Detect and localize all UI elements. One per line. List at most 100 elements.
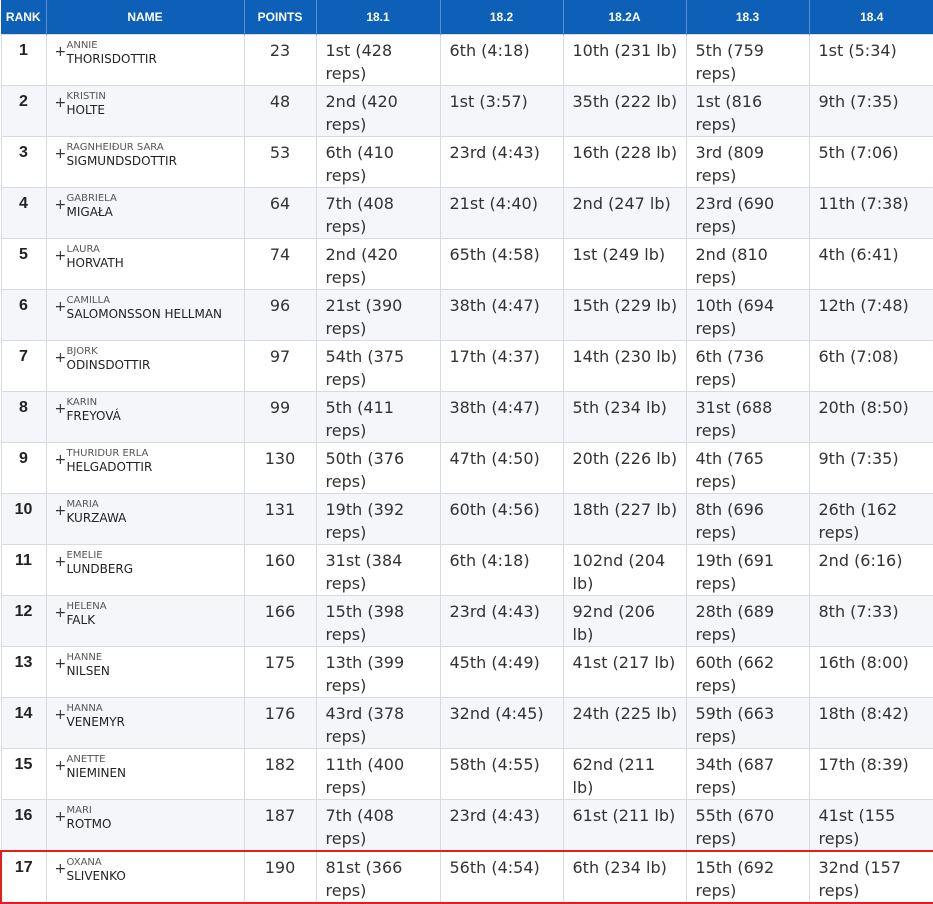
table-row[interactable]: 10 + MARIA KURZAWA 131 19th (392 reps) 60th (4… xyxy=(0,493,933,545)
athlete-last-name: HELGADOTTIR xyxy=(66,460,153,474)
plus-icon[interactable]: + xyxy=(47,754,67,781)
athlete-last-name: NIEMINEN xyxy=(66,766,127,780)
event-18-2a-cell: 18th (227 lb) xyxy=(562,493,687,545)
athlete-first-name: HANNE xyxy=(66,652,103,663)
athlete-cell[interactable]: + GABRIELA MIGAŁA xyxy=(45,187,245,239)
athlete-first-name: ANETTE xyxy=(66,754,106,765)
header-event-18-2[interactable]: 18.2 xyxy=(440,0,564,35)
table-row[interactable]: 13 + HANNE NILSEN 175 13th (399 reps) 45th (4:… xyxy=(0,646,933,698)
table-row[interactable]: 11 + EMELIE LUNDBERG 160 31st (384 reps) 6th (… xyxy=(0,544,933,596)
event-18-2a-cell: 16th (228 lb) xyxy=(562,136,687,188)
rank-cell: 8 xyxy=(0,391,47,443)
table-row[interactable]: 12 + HELENA FALK 166 15th (398 reps) 23rd (4:4… xyxy=(0,595,933,647)
event-18-4-cell: 1st (5:34) xyxy=(808,34,933,86)
event-18-4-cell: 32nd (157 reps) xyxy=(808,850,933,904)
points-cell: 190 xyxy=(243,850,317,904)
plus-icon[interactable]: + xyxy=(47,142,67,169)
plus-icon[interactable]: + xyxy=(47,601,67,628)
athlete-first-name: KRISTIN xyxy=(66,91,106,102)
table-row[interactable]: 6 + CAMILLA SALOMONSSON HELLMAN 96 21st (390 … xyxy=(0,289,933,341)
event-18-2-cell: 65th (4:58) xyxy=(439,238,564,290)
plus-icon[interactable]: + xyxy=(47,346,67,373)
event-18-1-cell: 81st (366 reps) xyxy=(315,850,441,904)
event-18-1-cell: 6th (410 reps) xyxy=(315,136,441,188)
table-row[interactable]: 8 + KARIN FREYOVÁ 99 5th (411 reps) 38th (4:47… xyxy=(0,391,933,443)
athlete-last-name: SLIVENKO xyxy=(66,869,126,883)
rank-cell: 11 xyxy=(0,544,47,596)
header-event-18-1[interactable]: 18.1 xyxy=(316,0,441,35)
event-18-4-cell: 41st (155 reps) xyxy=(808,799,933,852)
plus-icon[interactable]: + xyxy=(47,857,67,884)
header-points[interactable]: POINTS xyxy=(244,0,317,35)
header-rank[interactable]: RANK xyxy=(1,0,47,35)
athlete-cell[interactable]: + ANETTE NIEMINEN xyxy=(45,748,245,800)
athlete-cell[interactable]: + KARIN FREYOVÁ xyxy=(45,391,245,443)
table-row[interactable]: 2 + KRISTIN HOLTE 48 2nd (420 reps) 1st (3:57)… xyxy=(0,85,933,137)
header-event-18-2a[interactable]: 18.2A xyxy=(563,0,687,35)
event-18-2-cell: 38th (4:47) xyxy=(439,391,564,443)
event-18-2-cell: 47th (4:50) xyxy=(439,442,564,494)
plus-icon[interactable]: + xyxy=(47,91,67,118)
athlete-first-name: LAURA xyxy=(66,244,100,255)
table-row[interactable]: 9 + THURIDUR ERLA HELGADOTTIR 130 50th (376 r… xyxy=(0,442,933,494)
event-18-1-cell: 43rd (378 reps) xyxy=(315,697,441,749)
athlete-cell[interactable]: + MARI ROTMO xyxy=(45,799,245,852)
event-18-1-cell: 7th (408 reps) xyxy=(315,799,441,852)
table-row[interactable]: 5 + LAURA HORVATH 74 2nd (420 reps) 65th (4:58… xyxy=(0,238,933,290)
table-row[interactable]: 4 + GABRIELA MIGAŁA 64 7th (408 reps) 21st (4:… xyxy=(0,187,933,239)
athlete-cell[interactable]: + BJORK ODINSDOTTIR xyxy=(45,340,245,392)
event-18-2-cell: 60th (4:56) xyxy=(439,493,564,545)
event-18-1-cell: 1st (428 reps) xyxy=(315,34,441,86)
athlete-cell[interactable]: + HANNA VENEMYR xyxy=(45,697,245,749)
event-18-2a-cell: 14th (230 lb) xyxy=(562,340,687,392)
plus-icon[interactable]: + xyxy=(47,193,67,220)
plus-icon[interactable]: + xyxy=(47,805,67,832)
event-18-2a-cell: 6th (234 lb) xyxy=(562,850,687,904)
event-18-3-cell: 55th (670 reps) xyxy=(685,799,810,852)
plus-icon[interactable]: + xyxy=(47,703,67,730)
points-cell: 53 xyxy=(243,136,317,188)
plus-icon[interactable]: + xyxy=(47,652,67,679)
plus-icon[interactable]: + xyxy=(47,295,67,322)
athlete-last-name: ODINSDOTTIR xyxy=(66,358,151,372)
athlete-last-name: THORISDOTTIR xyxy=(66,52,157,66)
points-cell: 23 xyxy=(243,34,317,86)
table-row[interactable]: 7 + BJORK ODINSDOTTIR 97 54th (375 reps) 17th … xyxy=(0,340,933,392)
athlete-cell[interactable]: + LAURA HORVATH xyxy=(45,238,245,290)
athlete-cell[interactable]: + ANNIE THORISDOTTIR xyxy=(45,34,245,86)
header-event-18-3[interactable]: 18.3 xyxy=(686,0,810,35)
table-row[interactable]: 16 + MARI ROTMO 187 7th (408 reps) 23rd (4:43)… xyxy=(0,799,933,852)
athlete-last-name: MIGAŁA xyxy=(66,205,113,219)
event-18-1-cell: 15th (398 reps) xyxy=(315,595,441,647)
event-18-3-cell: 23rd (690 reps) xyxy=(685,187,810,239)
athlete-cell[interactable]: + KRISTIN HOLTE xyxy=(45,85,245,137)
plus-icon[interactable]: + xyxy=(47,499,67,526)
leaderboard-table: RANK NAME POINTS 18.1 18.2 18.2A 18.3 18… xyxy=(0,0,933,904)
athlete-cell[interactable]: + EMELIE LUNDBERG xyxy=(45,544,245,596)
table-row[interactable]: 3 + RAGNHEIÐUR SARA SIGMUNDSDOTTIR 53 6th (41… xyxy=(0,136,933,188)
plus-icon[interactable]: + xyxy=(47,40,67,67)
plus-icon[interactable]: + xyxy=(47,550,67,577)
table-row[interactable]: 15 + ANETTE NIEMINEN 182 11th (400 reps) 58th … xyxy=(0,748,933,800)
event-18-2a-cell: 5th (234 lb) xyxy=(562,391,687,443)
plus-icon[interactable]: + xyxy=(47,397,67,424)
athlete-cell[interactable]: + MARIA KURZAWA xyxy=(45,493,245,545)
event-18-1-cell: 50th (376 reps) xyxy=(315,442,441,494)
table-row[interactable]: 14 + HANNA VENEMYR 176 43rd (378 reps) 32nd (4… xyxy=(0,697,933,749)
athlete-cell[interactable]: + HANNE NILSEN xyxy=(45,646,245,698)
table-row[interactable]: 1 + ANNIE THORISDOTTIR 23 1st (428 reps) 6th (… xyxy=(0,34,933,86)
athlete-cell[interactable]: + RAGNHEIÐUR SARA SIGMUNDSDOTTIR xyxy=(45,136,245,188)
athlete-cell[interactable]: + OXANA SLIVENKO xyxy=(45,850,245,904)
event-18-4-cell: 20th (8:50) xyxy=(808,391,933,443)
table-row-highlighted[interactable]: 17 + OXANA SLIVENKO 190 81st (366 reps) 56th (… xyxy=(0,850,933,904)
points-cell: 96 xyxy=(243,289,317,341)
athlete-cell[interactable]: + HELENA FALK xyxy=(45,595,245,647)
athlete-cell[interactable]: + THURIDUR ERLA HELGADOTTIR xyxy=(45,442,245,494)
event-18-4-cell: 12th (7:48) xyxy=(808,289,933,341)
event-18-1-cell: 19th (392 reps) xyxy=(315,493,441,545)
plus-icon[interactable]: + xyxy=(47,448,67,475)
header-event-18-4[interactable]: 18.4 xyxy=(809,0,933,35)
athlete-cell[interactable]: + CAMILLA SALOMONSSON HELLMAN xyxy=(45,289,245,341)
plus-icon[interactable]: + xyxy=(47,244,67,271)
header-name[interactable]: NAME xyxy=(46,0,245,35)
